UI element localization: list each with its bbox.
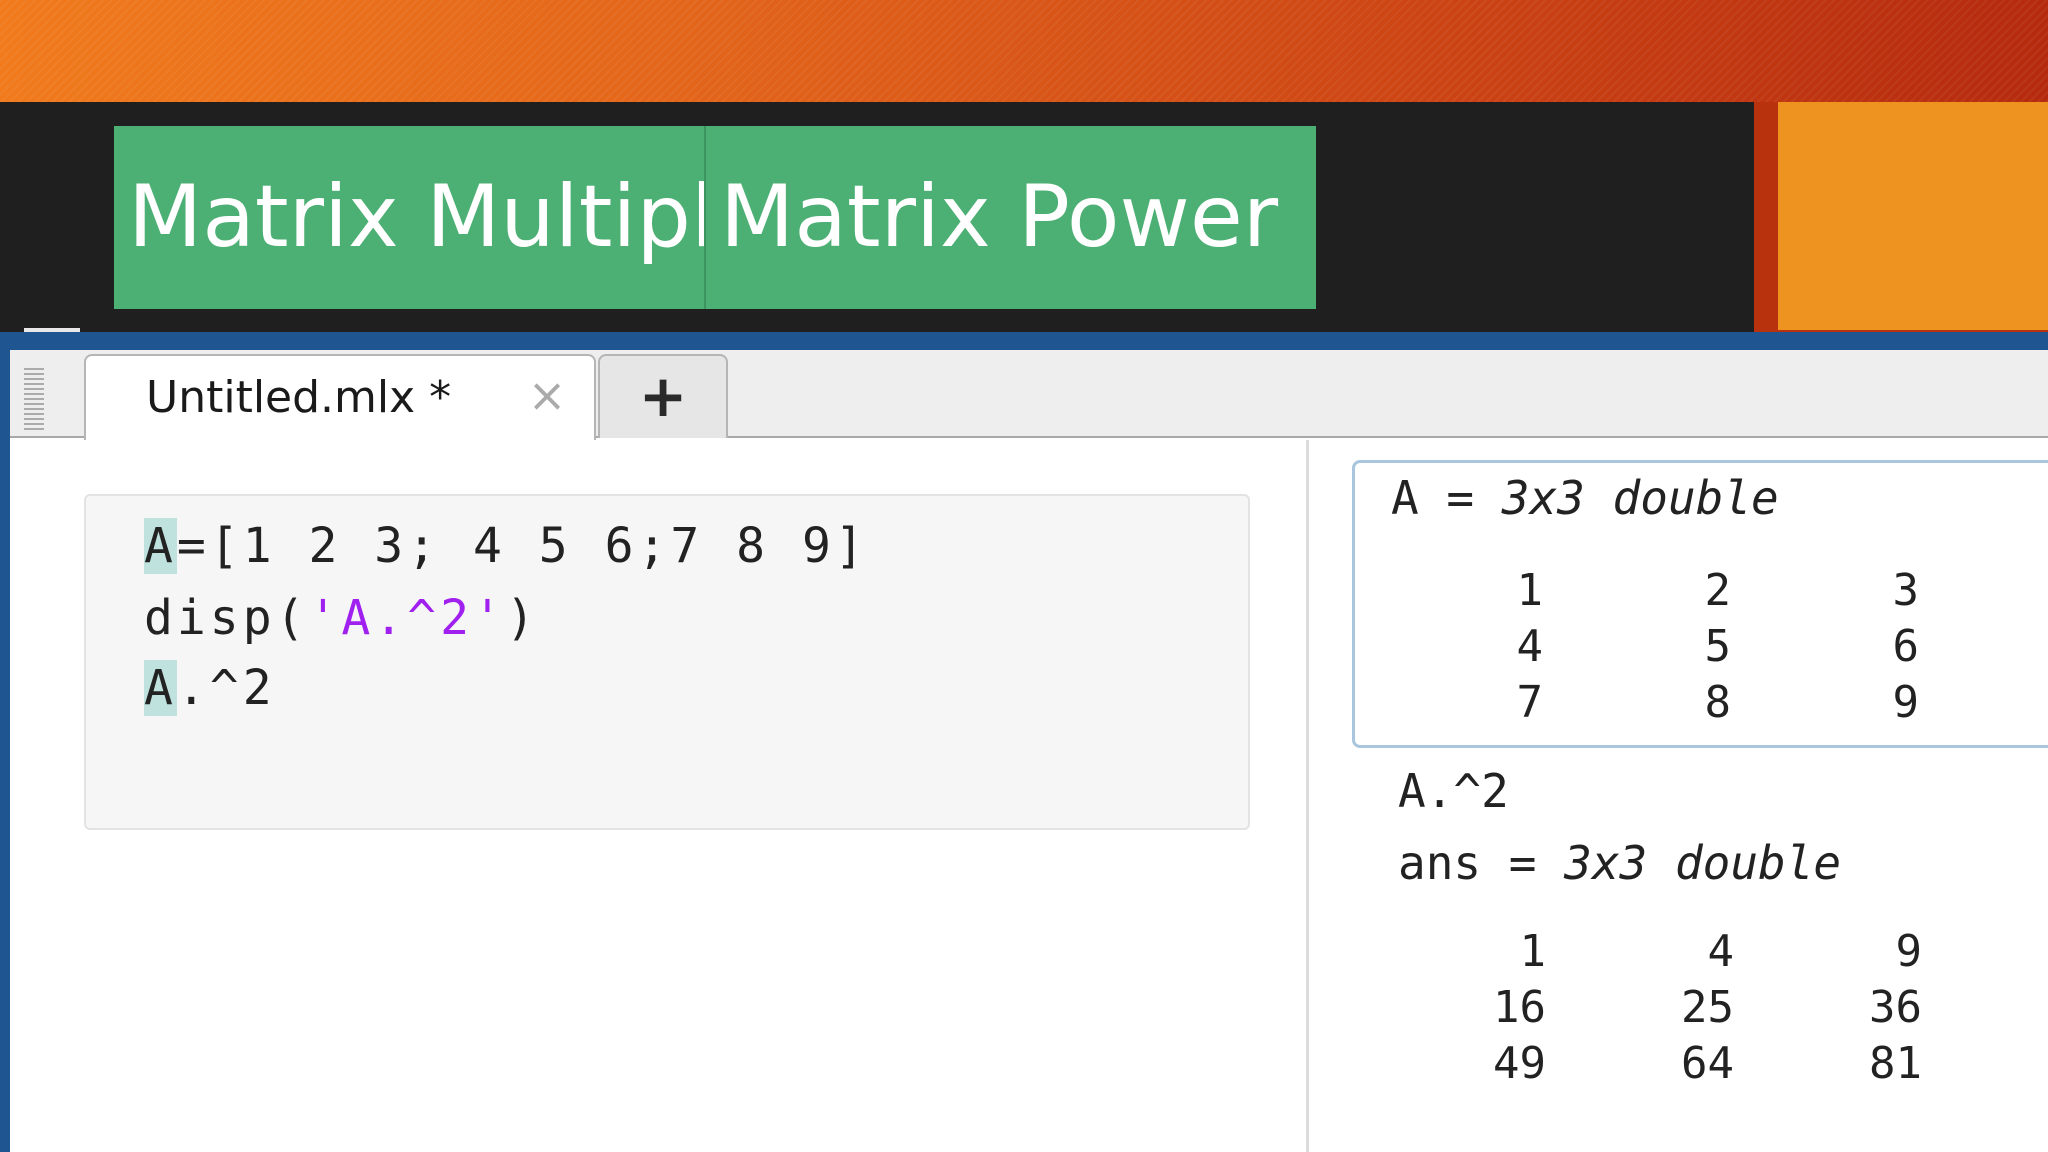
tab-bar: Untitled.mlx * × +: [10, 350, 2048, 440]
matrix-a-cell: 3: [1892, 565, 1920, 616]
matrix-a-cell: 5: [1704, 621, 1732, 672]
matrix-ans-cell: 25: [1681, 982, 1734, 1033]
matrix-ans-cell: 16: [1493, 982, 1546, 1033]
output-a-matrix: 1 2 3 4 5 6 7 8 9: [1355, 563, 1920, 731]
output-ans-header: ans = 3x3 double: [1398, 836, 1841, 890]
output-a-box: A = 3x3 double 1 2 3 4 5 6 7 8 9: [1352, 460, 2048, 748]
matrix-ans-cell: 36: [1869, 982, 1922, 1033]
output-a-type: 3x3 double: [1501, 471, 1779, 525]
tab-untitled-mlx[interactable]: Untitled.mlx * ×: [84, 354, 596, 440]
matrix-a-cell: 4: [1516, 621, 1544, 672]
matrix-ans-cell: 64: [1681, 1038, 1734, 1089]
close-icon[interactable]: ×: [524, 372, 570, 418]
code-string: 'A.^2': [308, 590, 506, 646]
pane-divider[interactable]: [1306, 440, 1309, 1152]
matrix-ans-cell: 1: [1519, 926, 1547, 977]
right-accent-orange: [1778, 102, 2048, 330]
matrix-ans-cell: 81: [1869, 1038, 1922, 1089]
tab-label: Untitled.mlx *: [146, 372, 452, 423]
slide-title-left: Matrix Multipl: [114, 126, 706, 309]
slide-title-right: Matrix Power: [704, 126, 1316, 309]
add-tab-button[interactable]: +: [598, 354, 728, 438]
matrix-a-cell: 7: [1516, 677, 1544, 728]
matrix-a-cell: 1: [1516, 565, 1544, 616]
matrix-a-cell: 2: [1704, 565, 1732, 616]
code-line-2[interactable]: disp('A.^2'): [144, 590, 539, 646]
matrix-ans-cell: 4: [1707, 926, 1735, 977]
output-a-header: A = 3x3 double: [1391, 471, 1779, 525]
code-line-3[interactable]: A.^2: [144, 660, 276, 716]
output-ans-matrix: 1 4 9 16 25 36 49 64 81: [1358, 924, 1922, 1092]
matrix-ans-cell: 9: [1895, 926, 1923, 977]
output-disp-text: A.^2: [1398, 764, 1509, 818]
code-line-1[interactable]: A=[1 2 3; 4 5 6;7 8 9]: [144, 518, 868, 574]
output-ans-type: 3x3 double: [1564, 836, 1842, 890]
drag-grip-icon[interactable]: [24, 368, 44, 430]
output-a-label: A =: [1391, 471, 1502, 525]
code-text: ): [505, 590, 539, 646]
matrix-a-cell: 9: [1892, 677, 1920, 728]
code-text: =[1 2 3; 4 5 6;7 8 9]: [176, 518, 868, 574]
matrix-a-cell: 6: [1892, 621, 1920, 672]
top-banner: [0, 0, 2048, 104]
variable-highlight: A: [144, 518, 177, 574]
code-function: disp(: [144, 590, 309, 646]
variable-highlight: A: [144, 660, 177, 716]
matrix-a-cell: 8: [1704, 677, 1732, 728]
code-cell[interactable]: A=[1 2 3; 4 5 6;7 8 9] disp('A.^2') A.^2: [84, 494, 1250, 830]
matrix-ans-cell: 49: [1493, 1038, 1546, 1089]
live-editor-window: Untitled.mlx * × + A=[1 2 3; 4 5 6;7 8 9…: [10, 350, 2048, 1152]
output-ans-label: ans =: [1398, 836, 1565, 890]
code-text: .^2: [176, 660, 276, 716]
